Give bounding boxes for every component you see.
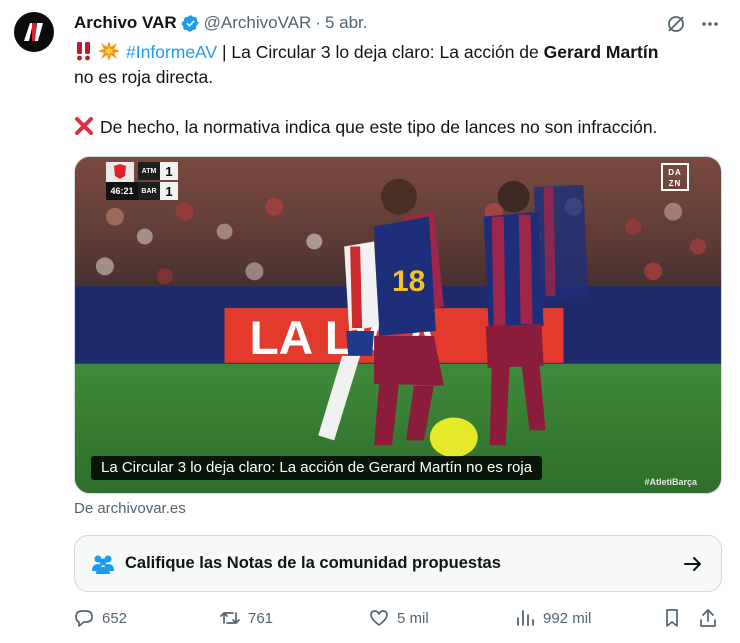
share-button[interactable]: [698, 608, 726, 628]
reply-icon: [75, 610, 93, 627]
tweet-line-1: #InformeAV | La Circular 3 lo deja claro…: [74, 40, 724, 65]
laliga-logo-icon: [106, 162, 134, 182]
video-media[interactable]: LA LIGA 18 46:21 ATM 1 BAR 1 DA ZN La Ci: [74, 156, 722, 494]
away-goals: 1: [160, 182, 178, 200]
repost-icon: [220, 612, 240, 624]
like-count: 5 mil: [397, 609, 429, 627]
tweet-header: Archivo VAR @ArchivoVAR · 5 abr.: [74, 12, 368, 34]
tweet-date[interactable]: 5 abr.: [325, 13, 368, 33]
away-team: BAR: [138, 182, 160, 200]
video-hashtag-overlay: #AtletiBarça: [644, 477, 697, 487]
community-notes-label: Califique las Notas de la comunidad prop…: [125, 554, 501, 572]
author-handle[interactable]: @ArchivoVAR: [204, 13, 312, 33]
archivo-var-logo: [24, 23, 43, 41]
bookmark-icon: [666, 609, 678, 627]
grok-icon[interactable]: [666, 14, 686, 34]
tweet-bold-name: Gerard Martín: [543, 42, 659, 62]
views-icon: [517, 610, 534, 626]
like-icon: [370, 610, 388, 626]
tweet-line-3: De hecho, la normativa indica que este t…: [74, 115, 724, 140]
community-notes-button[interactable]: Califique las Notas de la comunidad prop…: [74, 535, 722, 592]
video-frame: LA LIGA 18: [75, 157, 721, 493]
svg-text:18: 18: [392, 265, 425, 298]
views-button[interactable]: 992 mil: [515, 608, 591, 628]
views-count: 992 mil: [543, 609, 592, 627]
separator-dot: ·: [315, 13, 321, 32]
like-button[interactable]: 5 mil: [369, 608, 429, 628]
author-avatar[interactable]: [14, 12, 54, 52]
reply-count: 652: [102, 609, 128, 627]
cross-mark-emoji: [75, 117, 93, 135]
tweet-line-1-text: | La Circular 3 lo deja claro: La acción…: [217, 42, 544, 62]
collision-emoji: [98, 41, 120, 61]
tweet-line-2: no es roja directa.: [74, 67, 214, 87]
people-icon: [92, 555, 114, 574]
scoreboard: 46:21 ATM 1 BAR 1: [106, 162, 178, 200]
video-caption: La Circular 3 lo deja claro: La acción d…: [91, 456, 543, 480]
repost-button[interactable]: 761: [220, 608, 273, 628]
hashtag-link[interactable]: #InformeAV: [126, 42, 217, 62]
action-bar: 652 761 5 mil 992 mil: [74, 608, 722, 632]
home-team: ATM: [138, 162, 160, 180]
source-link[interactable]: De archivovar.es: [74, 500, 186, 517]
more-icon[interactable]: [700, 14, 720, 34]
repost-count: 761: [248, 609, 274, 627]
double-exclamation-emoji: [77, 42, 90, 61]
reply-button[interactable]: 652: [74, 608, 127, 628]
match-time: 46:21: [106, 182, 138, 200]
home-goals: 1: [160, 162, 178, 180]
author-name[interactable]: Archivo VAR: [74, 13, 177, 33]
tweet-text: #InformeAV | La Circular 3 lo deja claro…: [74, 40, 724, 140]
verified-icon: [181, 14, 200, 33]
share-icon: [700, 609, 716, 627]
arrow-right-icon: [684, 557, 701, 571]
dazn-logo: DA ZN: [661, 163, 689, 191]
tweet-line-3-text: De hecho, la normativa indica que este t…: [100, 117, 658, 137]
bookmark-button[interactable]: [662, 608, 690, 628]
